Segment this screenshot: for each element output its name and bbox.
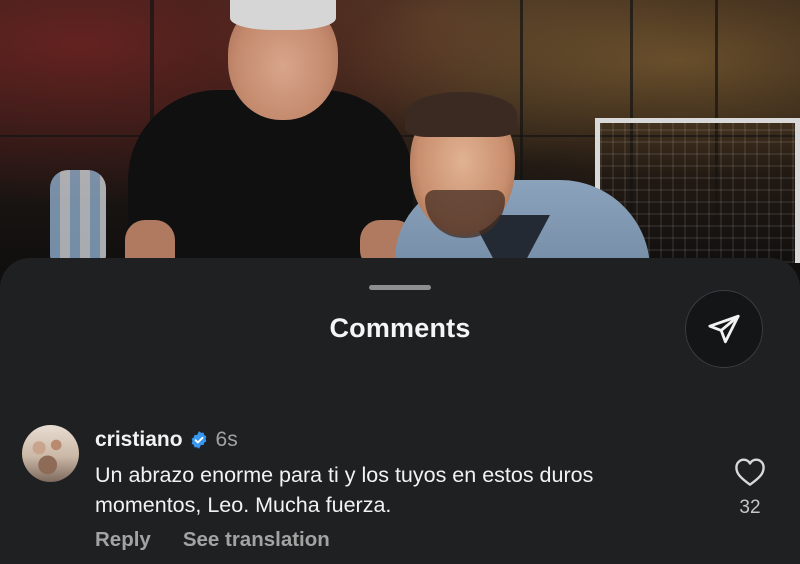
see-translation-button[interactable]: See translation xyxy=(183,528,330,552)
background-person xyxy=(50,170,106,260)
avatar[interactable] xyxy=(22,425,79,482)
person-right-hair xyxy=(405,92,517,137)
app-screen: Comments cristiano 6s Un abrazo enorme p xyxy=(0,0,800,564)
comment-actions: Reply See translation xyxy=(95,528,330,552)
post-photo xyxy=(0,0,800,300)
heart-icon[interactable] xyxy=(734,457,766,487)
like-count: 32 xyxy=(739,497,761,518)
share-icon xyxy=(708,314,740,344)
comment-item: cristiano 6s Un abrazo enorme para ti y … xyxy=(0,423,800,563)
share-button[interactable] xyxy=(685,290,763,368)
comment-timestamp: 6s xyxy=(215,428,238,451)
sheet-drag-handle[interactable] xyxy=(369,285,431,290)
sheet-title: Comments xyxy=(329,313,471,343)
comment-username[interactable]: cristiano xyxy=(95,428,183,452)
verified-badge-icon xyxy=(189,430,209,450)
comment-header: cristiano 6s xyxy=(95,426,238,454)
comment-text: Un abrazo enorme para ti y los tuyos en … xyxy=(95,463,594,517)
comments-sheet: Comments cristiano 6s Un abrazo enorme p xyxy=(0,258,800,564)
person-left-hair xyxy=(230,0,336,30)
reply-button[interactable]: Reply xyxy=(95,528,151,552)
like-control: 32 xyxy=(732,457,768,519)
